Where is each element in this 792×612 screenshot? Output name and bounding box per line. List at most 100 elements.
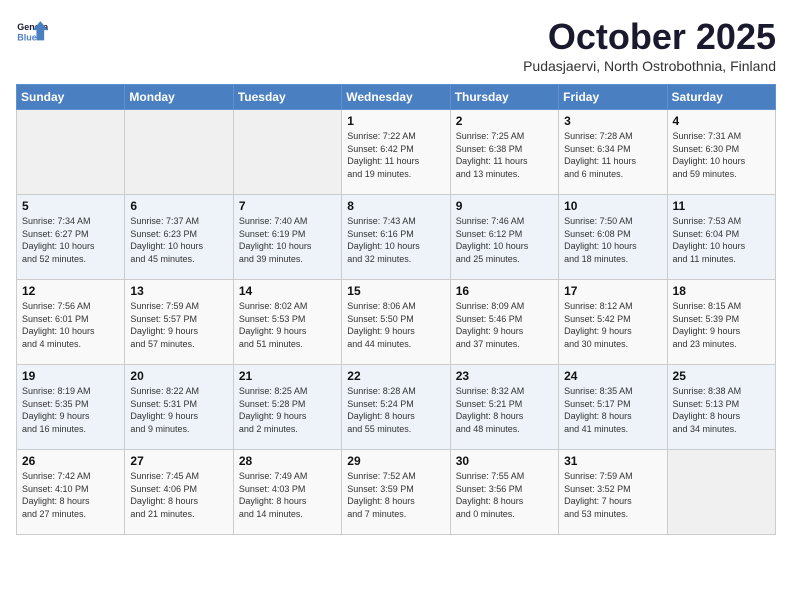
day-info: Sunrise: 7:59 AM Sunset: 3:52 PM Dayligh… xyxy=(564,470,661,520)
day-number: 11 xyxy=(673,199,770,213)
calendar-week-row: 5 Sunrise: 7:34 AM Sunset: 6:27 PM Daylig… xyxy=(17,195,776,280)
day-info: Sunrise: 8:22 AM Sunset: 5:31 PM Dayligh… xyxy=(130,385,227,435)
day-number: 9 xyxy=(456,199,553,213)
day-info: Sunrise: 7:45 AM Sunset: 4:06 PM Dayligh… xyxy=(130,470,227,520)
weekday-header-row: SundayMondayTuesdayWednesdayThursdayFrid… xyxy=(17,85,776,110)
calendar-cell xyxy=(125,110,233,195)
weekday-header-wednesday: Wednesday xyxy=(342,85,450,110)
calendar-week-row: 26 Sunrise: 7:42 AM Sunset: 4:10 PM Dayli… xyxy=(17,450,776,535)
day-info: Sunrise: 7:49 AM Sunset: 4:03 PM Dayligh… xyxy=(239,470,336,520)
day-number: 6 xyxy=(130,199,227,213)
calendar-cell xyxy=(233,110,341,195)
calendar-cell: 2 Sunrise: 7:25 AM Sunset: 6:38 PM Daylig… xyxy=(450,110,558,195)
calendar-cell: 16 Sunrise: 8:09 AM Sunset: 5:46 PM Dayli… xyxy=(450,280,558,365)
day-info: Sunrise: 7:40 AM Sunset: 6:19 PM Dayligh… xyxy=(239,215,336,265)
calendar-cell: 15Sunrise: 8:06 AM Sunset: 5:50 PM Dayli… xyxy=(342,280,450,365)
weekday-header-friday: Friday xyxy=(559,85,667,110)
calendar-cell: 28 Sunrise: 7:49 AM Sunset: 4:03 PM Dayli… xyxy=(233,450,341,535)
calendar-cell: 5 Sunrise: 7:34 AM Sunset: 6:27 PM Daylig… xyxy=(17,195,125,280)
day-info: Sunrise: 7:50 AM Sunset: 6:08 PM Dayligh… xyxy=(564,215,661,265)
calendar-cell: 18Sunrise: 8:15 AM Sunset: 5:39 PM Dayli… xyxy=(667,280,775,365)
day-number: 19 xyxy=(22,369,119,383)
day-number: 13 xyxy=(130,284,227,298)
day-number: 12 xyxy=(22,284,119,298)
calendar-cell: 17Sunrise: 8:12 AM Sunset: 5:42 PM Dayli… xyxy=(559,280,667,365)
calendar-cell: 24 Sunrise: 8:35 AM Sunset: 5:17 PM Dayli… xyxy=(559,365,667,450)
calendar-week-row: 19 Sunrise: 8:19 AM Sunset: 5:35 PM Dayli… xyxy=(17,365,776,450)
calendar-cell: 20 Sunrise: 8:22 AM Sunset: 5:31 PM Dayli… xyxy=(125,365,233,450)
day-number: 29 xyxy=(347,454,444,468)
day-info: Sunrise: 8:35 AM Sunset: 5:17 PM Dayligh… xyxy=(564,385,661,435)
day-info: Sunrise: 7:43 AM Sunset: 6:16 PM Dayligh… xyxy=(347,215,444,265)
calendar-cell: 29 Sunrise: 7:52 AM Sunset: 3:59 PM Dayli… xyxy=(342,450,450,535)
day-info: Sunrise: 7:28 AM Sunset: 6:34 PM Dayligh… xyxy=(564,130,661,180)
day-info: Sunrise: 7:52 AM Sunset: 3:59 PM Dayligh… xyxy=(347,470,444,520)
day-number: 27 xyxy=(130,454,227,468)
logo: General Blue xyxy=(16,16,48,48)
day-info: Sunrise: 8:28 AM Sunset: 5:24 PM Dayligh… xyxy=(347,385,444,435)
page-header: General Blue October 2025 Pudasjaervi, N… xyxy=(16,16,776,74)
day-info: Sunrise: 8:09 AM Sunset: 5:46 PM Dayligh… xyxy=(456,300,553,350)
svg-text:Blue: Blue xyxy=(17,32,36,42)
weekday-header-saturday: Saturday xyxy=(667,85,775,110)
calendar-week-row: 1 Sunrise: 7:22 AM Sunset: 6:42 PM Daylig… xyxy=(17,110,776,195)
logo-icon: General Blue xyxy=(16,16,48,48)
day-info: Sunrise: 7:37 AM Sunset: 6:23 PM Dayligh… xyxy=(130,215,227,265)
calendar-cell: 9Sunrise: 7:46 AM Sunset: 6:12 PM Daylig… xyxy=(450,195,558,280)
calendar-cell: 23Sunrise: 8:32 AM Sunset: 5:21 PM Dayli… xyxy=(450,365,558,450)
day-number: 16 xyxy=(456,284,553,298)
calendar-cell: 13Sunrise: 7:59 AM Sunset: 5:57 PM Dayli… xyxy=(125,280,233,365)
day-info: Sunrise: 7:25 AM Sunset: 6:38 PM Dayligh… xyxy=(456,130,553,180)
day-number: 24 xyxy=(564,369,661,383)
calendar-cell: 14Sunrise: 8:02 AM Sunset: 5:53 PM Dayli… xyxy=(233,280,341,365)
calendar-cell: 6 Sunrise: 7:37 AM Sunset: 6:23 PM Daylig… xyxy=(125,195,233,280)
month-title: October 2025 xyxy=(523,16,776,58)
weekday-header-tuesday: Tuesday xyxy=(233,85,341,110)
calendar-cell: 19 Sunrise: 8:19 AM Sunset: 5:35 PM Dayli… xyxy=(17,365,125,450)
day-info: Sunrise: 8:25 AM Sunset: 5:28 PM Dayligh… xyxy=(239,385,336,435)
day-info: Sunrise: 8:02 AM Sunset: 5:53 PM Dayligh… xyxy=(239,300,336,350)
calendar-cell: 31Sunrise: 7:59 AM Sunset: 3:52 PM Dayli… xyxy=(559,450,667,535)
day-number: 4 xyxy=(673,114,770,128)
day-number: 30 xyxy=(456,454,553,468)
calendar-cell: 1 Sunrise: 7:22 AM Sunset: 6:42 PM Daylig… xyxy=(342,110,450,195)
day-info: Sunrise: 7:34 AM Sunset: 6:27 PM Dayligh… xyxy=(22,215,119,265)
calendar-table: SundayMondayTuesdayWednesdayThursdayFrid… xyxy=(16,84,776,535)
day-number: 10 xyxy=(564,199,661,213)
day-number: 2 xyxy=(456,114,553,128)
weekday-header-monday: Monday xyxy=(125,85,233,110)
calendar-cell: 25Sunrise: 8:38 AM Sunset: 5:13 PM Dayli… xyxy=(667,365,775,450)
day-info: Sunrise: 7:56 AM Sunset: 6:01 PM Dayligh… xyxy=(22,300,119,350)
calendar-cell: 4 Sunrise: 7:31 AM Sunset: 6:30 PM Daylig… xyxy=(667,110,775,195)
location-subtitle: Pudasjaervi, North Ostrobothnia, Finland xyxy=(523,58,776,74)
day-number: 17 xyxy=(564,284,661,298)
calendar-cell: 30 Sunrise: 7:55 AM Sunset: 3:56 PM Dayli… xyxy=(450,450,558,535)
day-info: Sunrise: 7:31 AM Sunset: 6:30 PM Dayligh… xyxy=(673,130,770,180)
day-number: 26 xyxy=(22,454,119,468)
day-number: 15 xyxy=(347,284,444,298)
day-info: Sunrise: 7:22 AM Sunset: 6:42 PM Dayligh… xyxy=(347,130,444,180)
day-number: 1 xyxy=(347,114,444,128)
day-number: 22 xyxy=(347,369,444,383)
calendar-cell: 7 Sunrise: 7:40 AM Sunset: 6:19 PM Daylig… xyxy=(233,195,341,280)
calendar-cell: 26 Sunrise: 7:42 AM Sunset: 4:10 PM Dayli… xyxy=(17,450,125,535)
day-info: Sunrise: 7:42 AM Sunset: 4:10 PM Dayligh… xyxy=(22,470,119,520)
day-info: Sunrise: 7:55 AM Sunset: 3:56 PM Dayligh… xyxy=(456,470,553,520)
calendar-cell: 10 Sunrise: 7:50 AM Sunset: 6:08 PM Dayli… xyxy=(559,195,667,280)
calendar-cell: 11Sunrise: 7:53 AM Sunset: 6:04 PM Dayli… xyxy=(667,195,775,280)
calendar-cell: 27 Sunrise: 7:45 AM Sunset: 4:06 PM Dayli… xyxy=(125,450,233,535)
calendar-cell: 22 Sunrise: 8:28 AM Sunset: 5:24 PM Dayli… xyxy=(342,365,450,450)
title-block: October 2025 Pudasjaervi, North Ostrobot… xyxy=(523,16,776,74)
day-info: Sunrise: 8:19 AM Sunset: 5:35 PM Dayligh… xyxy=(22,385,119,435)
day-number: 20 xyxy=(130,369,227,383)
day-number: 18 xyxy=(673,284,770,298)
day-number: 7 xyxy=(239,199,336,213)
calendar-cell: 3Sunrise: 7:28 AM Sunset: 6:34 PM Daylig… xyxy=(559,110,667,195)
day-number: 21 xyxy=(239,369,336,383)
weekday-header-sunday: Sunday xyxy=(17,85,125,110)
calendar-cell xyxy=(667,450,775,535)
day-number: 8 xyxy=(347,199,444,213)
day-number: 28 xyxy=(239,454,336,468)
weekday-header-thursday: Thursday xyxy=(450,85,558,110)
day-number: 5 xyxy=(22,199,119,213)
